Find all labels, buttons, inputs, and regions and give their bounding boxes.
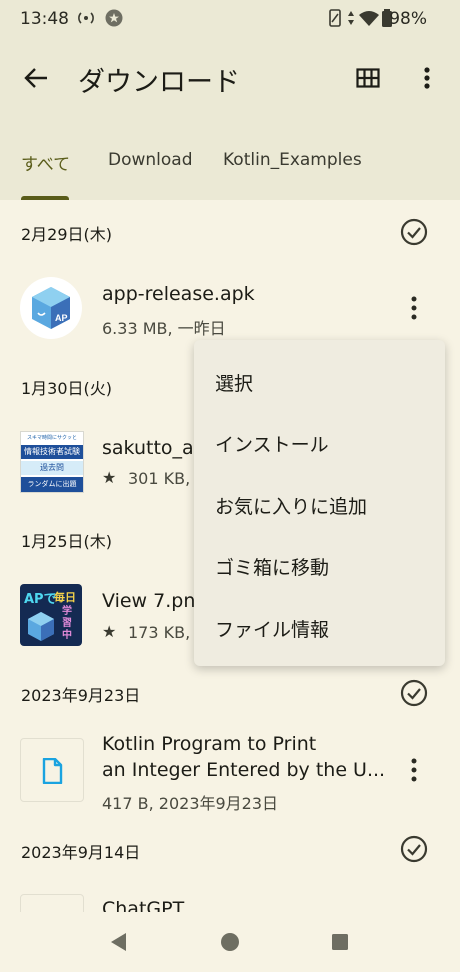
select-all-check-icon[interactable] [400,218,428,246]
thumb-caption: スキマ時間にサクッと [21,432,83,444]
more-vert-icon [424,67,430,89]
menu-item-add-favorite[interactable]: お気に入りに追加 [215,492,367,519]
thumb-caption: 学習中 [62,606,72,641]
star-icon: ★ [102,622,117,641]
more-vert-icon[interactable] [404,294,424,322]
menu-item-move-to-trash[interactable]: ゴミ箱に移動 [215,553,329,580]
date-header: 1月25日(木) [21,532,113,551]
nav-home-icon[interactable] [220,932,240,952]
battery-percent: 98% [389,9,427,29]
date-header: 2023年9月23日 [21,686,141,705]
date-header: 2023年9月14日 [21,843,141,862]
thumb-caption: APで [24,592,57,607]
file-meta: 417 B, 2023年9月23日 [102,794,279,813]
nav-recents-icon[interactable] [331,933,349,951]
context-menu: 選択 インストール お気に入りに追加 ゴミ箱に移動 ファイル情報 [194,340,445,666]
arrow-back-icon [24,68,47,88]
more-vert-icon[interactable] [404,756,424,784]
menu-item-file-info[interactable]: ファイル情報 [215,615,329,642]
overflow-menu-button[interactable] [414,60,440,96]
view7-thumbnail: APで 毎日 学習中 [20,584,82,646]
grid-view-button[interactable] [350,60,386,96]
vibrate-icon [326,8,344,33]
menu-item-install[interactable]: インストール [215,430,329,457]
select-all-check-icon[interactable] [400,679,428,707]
thumb-caption: 過去問 [21,461,83,475]
back-button[interactable] [16,60,56,96]
menu-item-select[interactable]: 選択 [215,369,253,396]
thumb-caption: 情報技術者試験 [21,445,83,459]
apk-badge-text: AP [55,313,68,323]
date-header: 1月30日(火) [21,379,113,398]
thumb-caption: 毎日 [54,591,76,604]
page-title: ダウンロード [78,67,240,98]
wifi-icon [357,8,381,33]
tab-all[interactable]: すべて [21,150,70,190]
star-icon: ★ [102,468,117,487]
document-icon [42,758,63,784]
nav-back-icon[interactable] [108,931,128,953]
file-title-line1: Kotlin Program to Print [102,733,317,755]
tab-bar: すべて Download Kotlin_Examples [0,140,460,200]
apk-thumbnail: AP [20,277,82,339]
system-navigation-bar [0,912,460,972]
document-thumbnail [20,738,84,802]
data-arrows-icon [345,8,357,33]
tab-download[interactable]: Download [108,150,193,190]
file-title-line2: an Integer Entered by the U... [102,759,386,781]
grid-view-icon [356,68,380,88]
file-meta: 6.33 MB, 一昨日 [102,319,226,338]
active-tab-indicator [21,196,69,200]
sakutto-thumbnail: スキマ時間にサクッと 情報技術者試験 過去問 ランダムに出題 [20,431,84,493]
file-title: View 7.png [102,590,208,612]
status-time: 13:48 [20,9,69,29]
file-title: app-release.apk [102,283,255,305]
file-title: sakutto_a [102,437,194,459]
tab-kotlin-examples[interactable]: Kotlin_Examples [223,150,362,190]
nfc-icon [76,8,96,33]
select-all-check-icon[interactable] [400,835,428,863]
notification-icon [104,8,124,33]
thumb-caption: ランダムに出題 [21,477,83,492]
status-bar: 13:48 98% [0,0,460,38]
date-header: 2月29日(木) [21,225,113,244]
